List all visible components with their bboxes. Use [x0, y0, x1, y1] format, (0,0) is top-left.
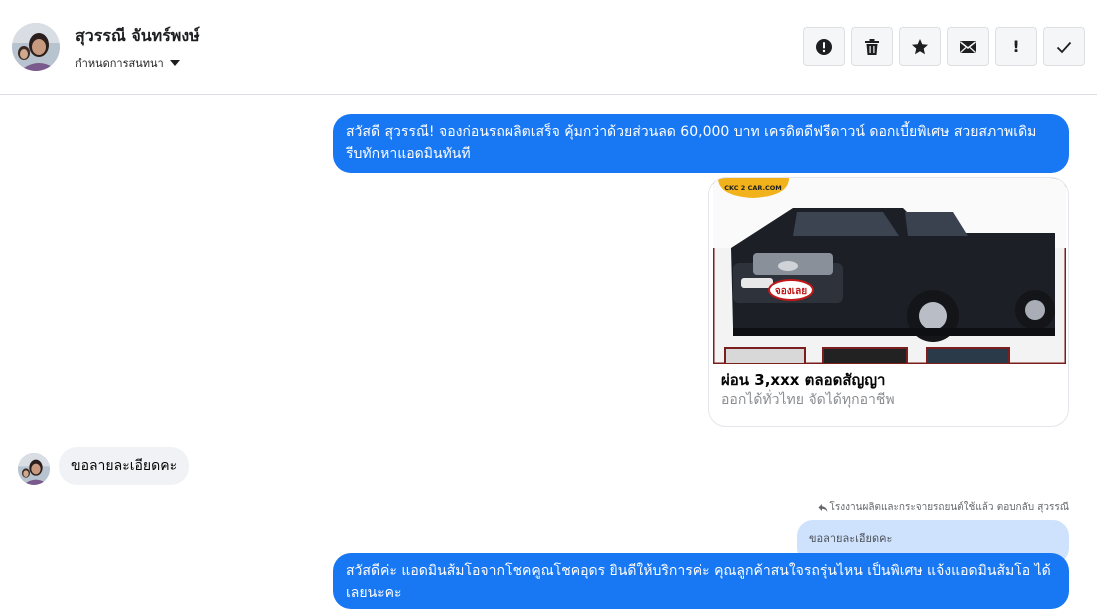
trash-icon: [863, 38, 881, 56]
done-button[interactable]: [1043, 27, 1085, 66]
reply-arrow-icon: [818, 503, 828, 513]
star-button[interactable]: [899, 27, 941, 66]
exclamation-icon: !: [1012, 37, 1020, 56]
delete-button[interactable]: [851, 27, 893, 66]
clipped-previous-content: [410, 88, 630, 96]
mail-button[interactable]: [947, 27, 989, 66]
conversation-options-label: กำหนดการสนทนา: [75, 57, 164, 70]
car-image-logo-text: CKC 2 CAR.COM: [724, 184, 782, 192]
conversation-options-dropdown[interactable]: กำหนดการสนทนา: [75, 54, 180, 72]
caret-down-icon: [169, 60, 180, 66]
car-image-badge-text: จองเลย: [775, 286, 807, 297]
contact-avatar[interactable]: [12, 23, 60, 71]
follow-up-button[interactable]: !: [995, 27, 1037, 66]
promo-card[interactable]: CKC 2 CAR.COM จองเลย ผ่อน 3,xxx ตลอดสัญญ…: [708, 177, 1069, 427]
envelope-icon: [959, 38, 977, 56]
alert-button[interactable]: [803, 27, 845, 66]
reply-context: โรงงานผลิตและกระจายรถยนต์ใช้แล้ว ตอบกลับ…: [818, 500, 1069, 515]
check-icon: [1055, 38, 1073, 56]
outgoing-message: สวัสดี สุวรรณี! จองก่อนรถผลิตเสร็จ คุ้มก…: [333, 114, 1069, 173]
sender-avatar[interactable]: [18, 453, 50, 485]
car-image: CKC 2 CAR.COM จองเลย: [713, 178, 1066, 364]
reply-context-text: โรงงานผลิตและกระจายรถยนต์ใช้แล้ว ตอบกลับ…: [829, 502, 1069, 513]
card-subtitle: ออกได้ทั่วไทย จัดได้ทุกอาชีพ: [721, 392, 895, 408]
header-toolbar: !: [803, 27, 1085, 66]
star-icon: [911, 38, 929, 56]
conversation-header: สุวรรณี จันทร์พงษ์ กำหนดการสนทนา !: [0, 0, 1097, 95]
contact-name: สุวรรณี จันทร์พงษ์: [75, 26, 200, 45]
outgoing-message: สวัสดีค่ะ แอดมินส้มโอจากโชคคูณโชคอุดร ยิ…: [333, 553, 1069, 609]
incoming-message: ขอลายละเอียดคะ: [59, 447, 190, 485]
alert-circle-icon: [815, 38, 833, 56]
